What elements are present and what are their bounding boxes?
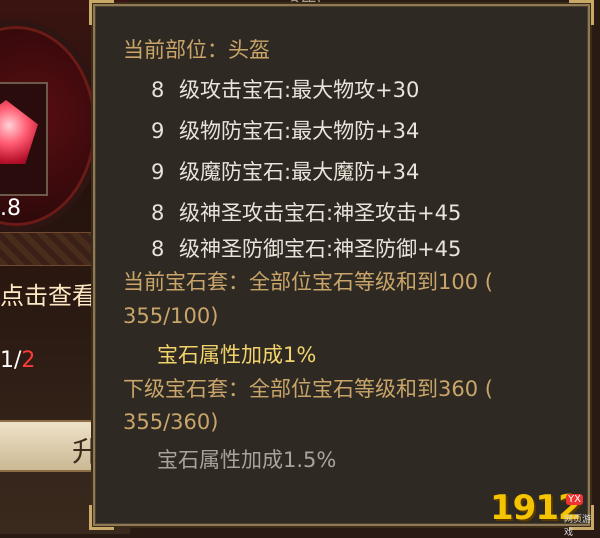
current-set-bonus: 宝石属性加成1% [157, 343, 317, 367]
gem-description: 级魔防宝石:最大魔防+34 [179, 160, 420, 184]
gem-level: 8 [151, 237, 165, 261]
next-set-bonus: 宝石属性加成1.5% [157, 448, 337, 472]
site-logo: 1912 YX 网页游戏 [490, 488, 598, 538]
level-suffix: .8 [0, 196, 21, 221]
count-max: 2 [21, 348, 36, 373]
gem-level: 9 [151, 119, 165, 143]
count-current: 1/ [0, 348, 22, 373]
frame-corner [89, 0, 114, 25]
count-display: 1/2 [0, 348, 35, 373]
next-set-progress: 355/360) [123, 410, 219, 434]
gem-row: 8 级神圣防御宝石:神圣防御+45 [151, 235, 461, 263]
gem-level: 8 [151, 78, 165, 102]
gem-row: 8 级神圣攻击宝石:神圣攻击+45 [151, 199, 461, 227]
gem-info-tooltip: 当前部位：头盔 8 级攻击宝石:最大物攻+30 9 级物防宝石:最大物防+34 9级… [89, 0, 594, 530]
click-to-view-link[interactable]: 点击查看 [0, 276, 96, 311]
gem-level: 9 [151, 160, 165, 184]
next-set-label: 下级宝石套：全部位宝石等级和到360 ( [123, 377, 493, 401]
current-slot-label: 当前部位：头盔 [123, 38, 270, 62]
current-set-progress: 355/100) [123, 304, 219, 328]
logo-subtitle: 网页游戏 [564, 515, 592, 538]
current-set-label: 当前宝石套：全部位宝石等级和到100 ( [123, 270, 493, 294]
gem-description: 级攻击宝石:最大物攻+30 [179, 78, 420, 102]
logo-badge: YX [566, 494, 583, 505]
gem-level: 8 [151, 201, 165, 225]
gem-description: 级神圣防御宝石:神圣防御+45 [179, 237, 462, 261]
gem-description: 级物防宝石:最大物防+34 [179, 119, 420, 143]
gem-row: 8 级攻击宝石:最大物攻+30 [151, 76, 419, 104]
gem-row: 9 级魔防宝石:最大魔防+34 [151, 158, 419, 186]
gem-row: 9 级物防宝石:最大物防+34 [151, 117, 419, 145]
frame-corner [89, 505, 114, 530]
gem-description: 级神圣攻击宝石:神圣攻击+45 [179, 201, 462, 225]
frame-corner [569, 0, 594, 25]
